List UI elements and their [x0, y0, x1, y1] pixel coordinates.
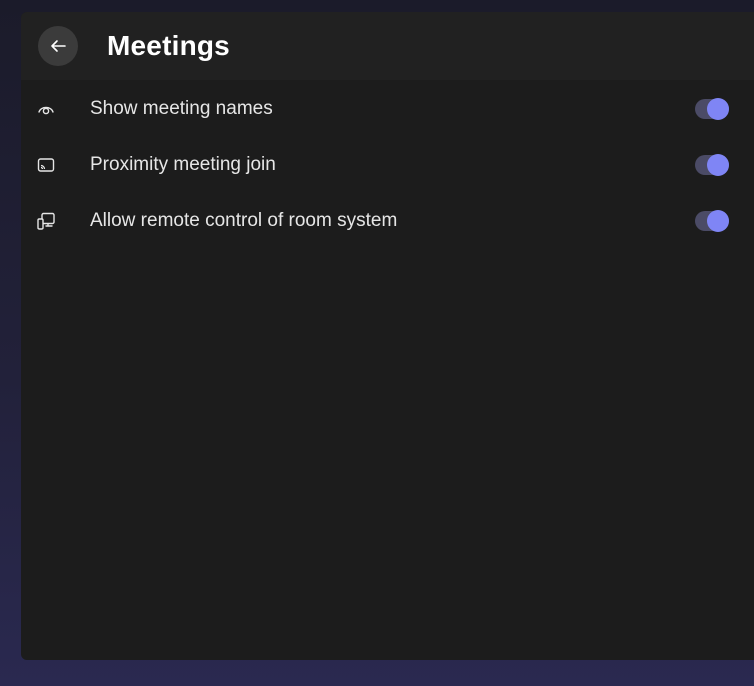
show-meeting-names-toggle[interactable] [695, 98, 729, 120]
toggle-knob [707, 98, 729, 120]
arrow-left-icon [51, 40, 66, 52]
proximity-meeting-join-toggle[interactable] [695, 154, 729, 176]
settings-list: Show meeting names Proximity meeting joi… [21, 80, 754, 249]
setting-label: Show meeting names [90, 98, 273, 119]
remote-device-icon [36, 211, 56, 231]
toggle-knob [707, 154, 729, 176]
allow-remote-control-toggle[interactable] [695, 210, 729, 232]
meetings-settings-panel: Meetings Show meeting names Proximity me… [21, 12, 754, 660]
page-title: Meetings [107, 30, 230, 61]
setting-proximity-meeting-join: Proximity meeting join [21, 137, 754, 193]
panel-header: Meetings [21, 12, 754, 80]
toggle-knob [707, 210, 729, 232]
setting-label: Proximity meeting join [90, 154, 276, 175]
setting-label: Allow remote control of room system [90, 210, 398, 231]
cast-icon [36, 155, 56, 175]
eye-icon [36, 99, 56, 119]
setting-show-meeting-names: Show meeting names [21, 81, 754, 137]
back-button[interactable] [38, 26, 78, 66]
setting-allow-remote-control: Allow remote control of room system [21, 193, 754, 249]
